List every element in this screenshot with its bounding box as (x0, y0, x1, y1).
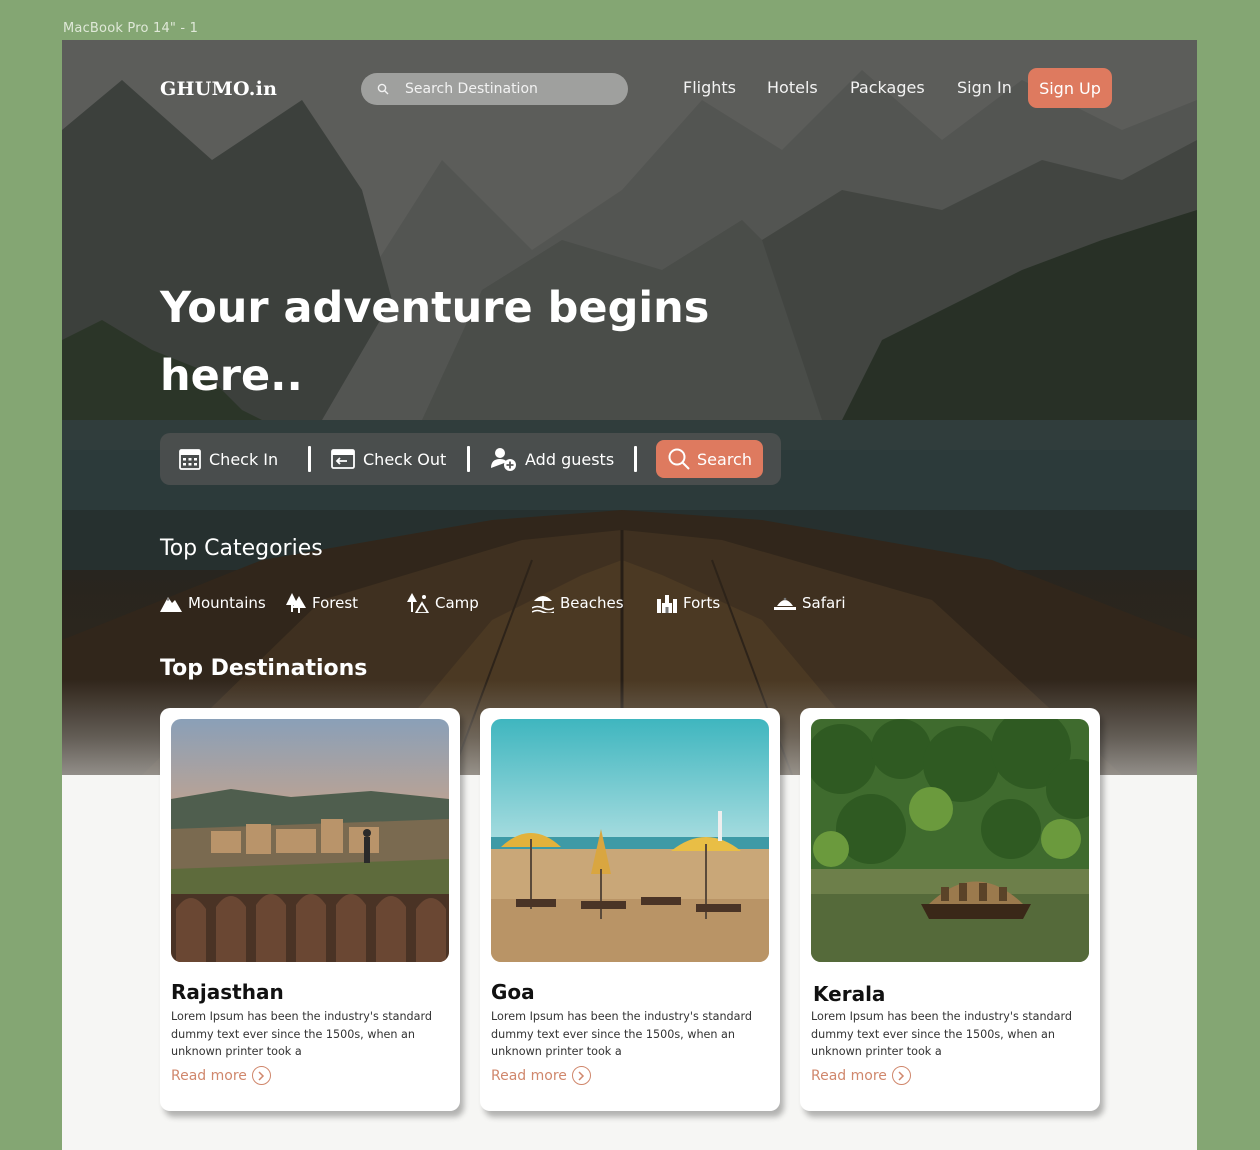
read-more-label: Read more (491, 1067, 567, 1084)
read-more-label: Read more (811, 1067, 887, 1084)
chevron-right-icon (891, 1066, 911, 1085)
category-beaches[interactable]: Beaches (532, 591, 624, 615)
destination-card-kerala[interactable]: Kerala Lorem Ipsum has been the industry… (800, 708, 1100, 1111)
calendar-icon (179, 449, 201, 470)
chevron-right-icon (571, 1066, 591, 1085)
destination-description: Lorem Ipsum has been the industry's stan… (811, 1010, 1073, 1058)
check-out-field[interactable]: Check Out (331, 433, 446, 485)
read-more-link[interactable]: Read more (491, 1066, 591, 1085)
signup-button[interactable]: Sign Up (1028, 68, 1112, 108)
safari-icon (774, 597, 796, 610)
nav-hotels-link[interactable]: Hotels (767, 78, 818, 97)
brand-logo[interactable]: GHUMO.in (160, 78, 277, 100)
destination-description: Lorem Ipsum has been the industry's stan… (171, 1010, 433, 1058)
tree-icon (286, 593, 306, 613)
booking-divider (467, 446, 470, 472)
nav-packages-link[interactable]: Packages (850, 78, 925, 97)
add-guests-field[interactable]: Add guests (490, 433, 614, 485)
destination-photo (811, 719, 1089, 962)
read-more-label: Read more (171, 1067, 247, 1084)
booking-search-label: Search (697, 449, 752, 469)
hero-headline: Your adventure begins here.. (160, 274, 760, 410)
camp-icon (407, 593, 429, 613)
destination-name: Kerala (813, 982, 886, 1006)
search-icon (668, 448, 690, 470)
frame-label: MacBook Pro 14" - 1 (63, 21, 199, 36)
destination-card-goa[interactable]: Goa Lorem Ipsum has been the industry's … (480, 708, 780, 1111)
chevron-right-icon (251, 1066, 271, 1085)
category-mountains[interactable]: Mountains (160, 591, 266, 615)
hero-headline-line1: Your adventure begins (160, 283, 710, 333)
add-guests-label: Add guests (525, 449, 615, 469)
check-out-label: Check Out (363, 449, 447, 469)
category-label: Mountains (188, 594, 266, 612)
search-icon (377, 83, 389, 95)
destination-description: Lorem Ipsum has been the industry's stan… (491, 1010, 753, 1058)
destination-search-input[interactable]: Search Destination (361, 73, 628, 105)
destination-photo (171, 719, 449, 962)
category-safari[interactable]: Safari (774, 591, 846, 615)
booking-search-button[interactable]: Search (656, 440, 763, 478)
booking-divider (634, 446, 637, 472)
hero-headline-line2: here.. (160, 351, 303, 401)
page-frame: GHUMO.in Search Destination Flights Hote… (62, 40, 1197, 1150)
top-categories-title: Top Categories (160, 536, 323, 561)
search-placeholder: Search Destination (405, 81, 538, 97)
booking-bar: Check In Check Out Add guests Search (160, 433, 781, 485)
category-label: Safari (802, 594, 846, 612)
fort-icon (657, 595, 677, 613)
read-more-link[interactable]: Read more (811, 1066, 911, 1085)
top-destinations-title: Top Destinations (160, 656, 368, 681)
category-camp[interactable]: Camp (407, 591, 479, 615)
category-label: Forts (683, 594, 721, 612)
mountain-icon (160, 597, 182, 612)
destination-name: Rajasthan (171, 980, 284, 1004)
nav-flights-link[interactable]: Flights (683, 78, 736, 97)
category-label: Camp (435, 594, 479, 612)
category-forest[interactable]: Forest (286, 591, 358, 615)
destination-card-rajasthan[interactable]: Rajasthan Lorem Ipsum has been the indus… (160, 708, 460, 1111)
check-in-label: Check In (209, 449, 279, 469)
category-forts[interactable]: Forts (657, 591, 720, 615)
nav-signin-link[interactable]: Sign In (957, 78, 1012, 97)
check-in-field[interactable]: Check In (179, 433, 278, 485)
category-label: Forest (312, 594, 359, 612)
beach-icon (532, 596, 554, 613)
category-label: Beaches (560, 594, 624, 612)
checkout-icon (331, 449, 355, 469)
read-more-link[interactable]: Read more (171, 1066, 271, 1085)
destination-photo (491, 719, 769, 962)
add-user-icon (491, 448, 516, 471)
booking-divider (308, 446, 311, 472)
destination-name: Goa (491, 980, 535, 1004)
